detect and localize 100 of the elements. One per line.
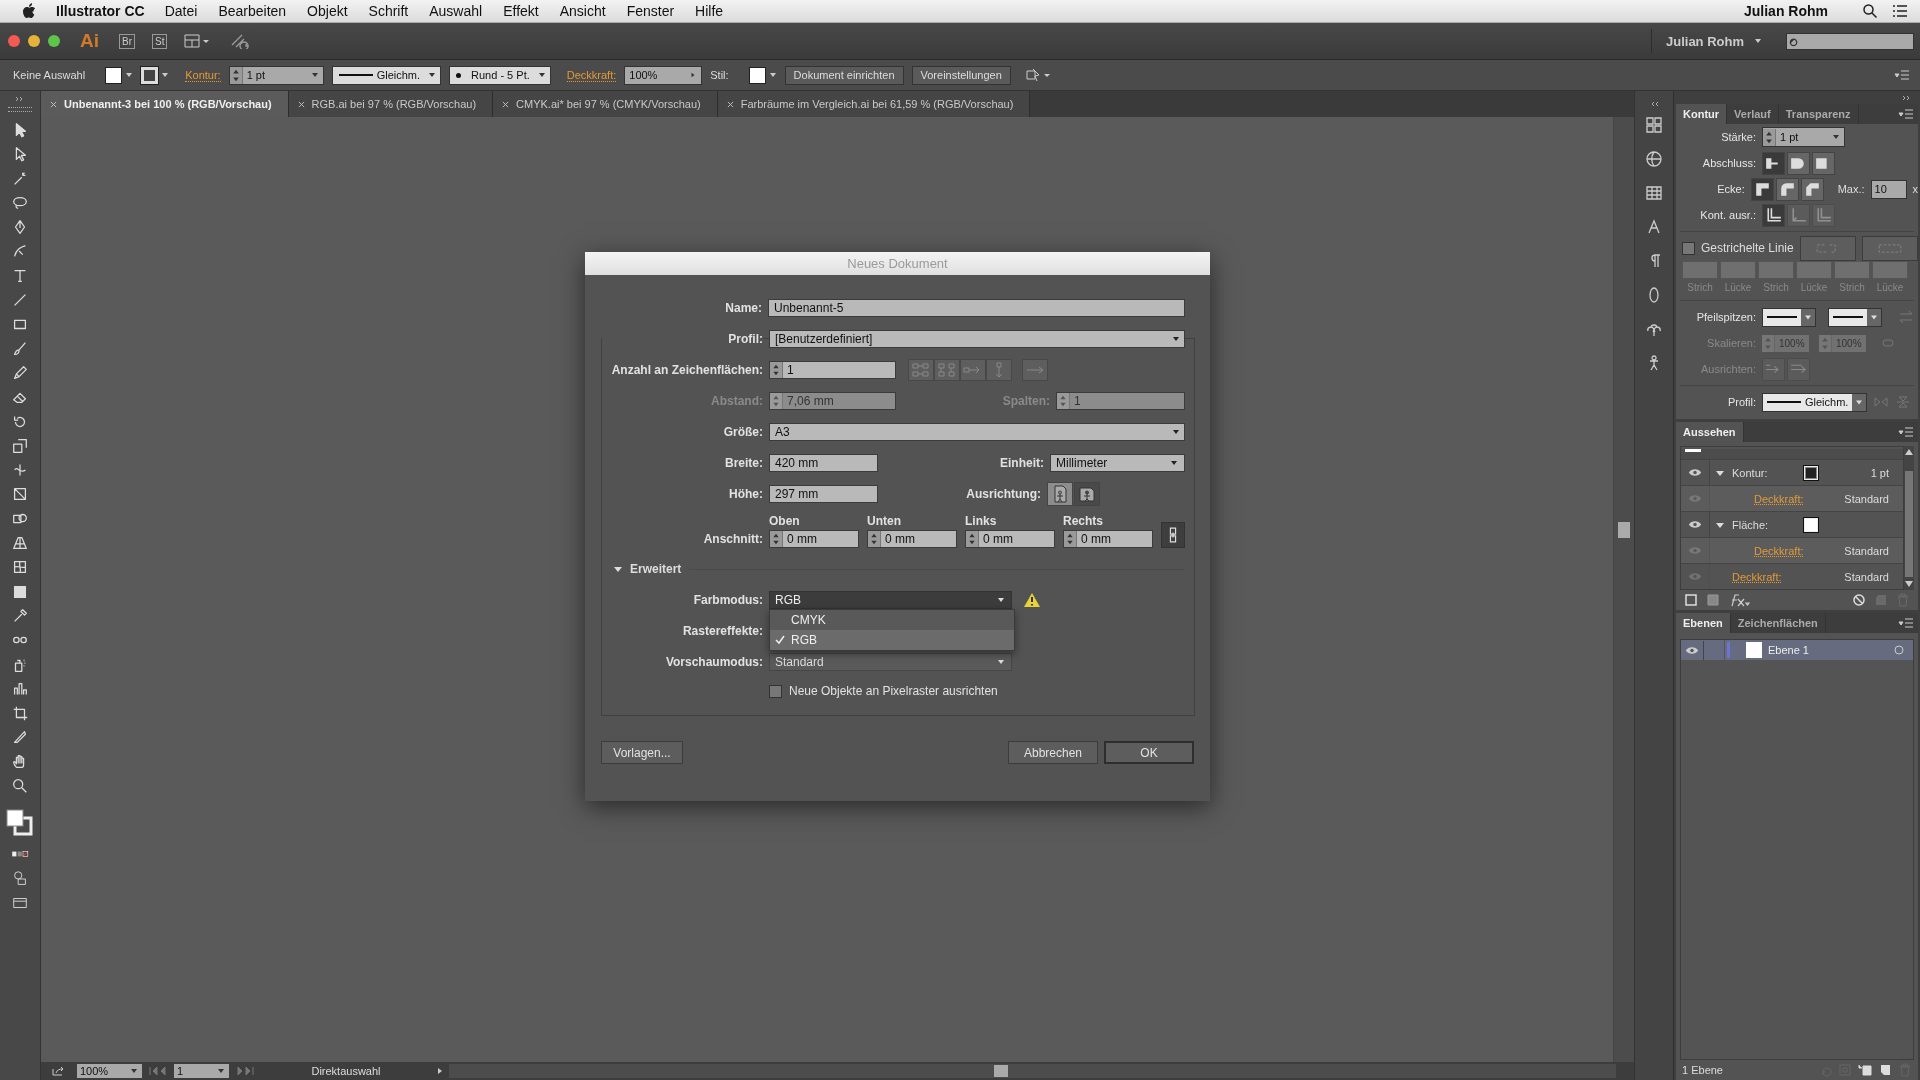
end-arrowhead-dropdown[interactable] (1828, 307, 1882, 327)
new-sublayer-icon[interactable] (1858, 1063, 1872, 1077)
opacity-field[interactable]: 100% (624, 65, 703, 85)
close-button[interactable] (8, 35, 20, 47)
align-arrow-button[interactable] (1787, 357, 1810, 381)
cancel-button[interactable]: Abbrechen (1008, 741, 1098, 764)
landscape-orientation-button[interactable] (1074, 482, 1100, 506)
close-icon[interactable] (50, 100, 57, 108)
panel-menu-icon[interactable] (1898, 617, 1914, 629)
menu-option[interactable]: RGB (770, 630, 1014, 650)
expand-icon[interactable] (1902, 95, 1912, 101)
dash-field[interactable] (1872, 261, 1908, 279)
dash-field[interactable] (1796, 261, 1832, 279)
dash-field[interactable] (1834, 261, 1870, 279)
collapse-icon[interactable] (15, 96, 25, 102)
scale-icon[interactable] (11, 436, 29, 455)
stroke-weight-field[interactable]: 1 pt (228, 65, 324, 85)
corner-style-button[interactable] (1800, 177, 1824, 201)
layer-row[interactable]: Ebene 1 (1681, 640, 1913, 660)
style-swatch-dropdown[interactable] (748, 66, 777, 84)
clear-icon[interactable] (1852, 593, 1866, 607)
limit-field[interactable]: 10 (1870, 179, 1907, 199)
document-tab[interactable]: Farbräume im Vergleich.ai bei 61,59 % (RGB/Vorschau) (717, 91, 1031, 117)
workspace-switcher[interactable]: Julian Rohm (1666, 33, 1762, 49)
target-circle-icon[interactable] (1893, 644, 1905, 656)
scroll-up-icon[interactable] (1905, 449, 1913, 455)
stroke-swatch[interactable] (1804, 465, 1818, 480)
stroke-profile-dropdown[interactable]: Gleichm. (331, 65, 442, 85)
artboard-dropdown[interactable]: 1 (174, 1064, 229, 1078)
name-field[interactable]: Unbenannt-5 (768, 299, 1185, 317)
close-icon[interactable] (502, 100, 510, 108)
portrait-orientation-button[interactable] (1047, 482, 1073, 506)
panel-tab[interactable]: Verlauf (1727, 104, 1779, 124)
dash-field[interactable] (1682, 261, 1718, 279)
cap-style-button[interactable] (1762, 151, 1785, 175)
app-menu[interactable]: Illustrator CC (56, 3, 145, 19)
height-field[interactable]: 297 mm (769, 485, 878, 503)
swatches-icon[interactable] (1644, 115, 1664, 135)
search-field[interactable] (1786, 32, 1914, 50)
layout-icon[interactable] (184, 33, 211, 49)
user-menu[interactable]: Julian Rohm (1744, 3, 1828, 19)
stroke-link[interactable]: Kontur: (185, 68, 221, 82)
width-field[interactable]: 420 mm (769, 454, 878, 472)
vertical-scrollbar[interactable] (1904, 446, 1914, 590)
menu-item[interactable]: Datei (164, 3, 198, 19)
stroke-swatch-dropdown[interactable] (141, 66, 170, 84)
panel-menu-icon[interactable] (1898, 108, 1914, 120)
document-tab[interactable]: CMYK.ai* bei 97 % (CMYK/Vorschau) (493, 91, 718, 117)
toolbar-button[interactable]: Voreinstellungen (911, 65, 1011, 85)
dashed-line-checkbox[interactable] (1682, 241, 1695, 255)
menu-item[interactable]: Hilfe (695, 3, 724, 19)
stroke-weight-field[interactable]: 1 pt (1762, 127, 1845, 147)
align-stroke-button[interactable] (1762, 203, 1785, 227)
close-icon[interactable] (297, 100, 305, 108)
grip-handle[interactable] (8, 107, 32, 112)
bleed-field[interactable]: 0 mm (867, 530, 957, 548)
list-icon[interactable] (1892, 3, 1908, 19)
bleed-field[interactable]: 0 mm (965, 530, 1055, 548)
cap-style-button[interactable] (1787, 151, 1810, 175)
corner-style-button[interactable] (1775, 177, 1799, 201)
stroke-profile-dropdown[interactable]: Gleichm. (1762, 392, 1868, 412)
ok-button[interactable]: OK (1104, 741, 1194, 764)
horizontal-scrollbar[interactable] (449, 1064, 1616, 1078)
effects-icon[interactable] (1728, 593, 1750, 607)
panel-menu-icon[interactable] (1894, 69, 1910, 81)
panel-menu-icon[interactable] (1898, 426, 1914, 438)
pencil-icon[interactable] (11, 363, 29, 382)
add-fill-icon[interactable] (1706, 593, 1720, 607)
disclosure-triangle-icon[interactable] (1716, 468, 1724, 477)
menu-item[interactable]: Objekt (307, 3, 348, 19)
play-arrow-icon[interactable] (437, 1067, 443, 1075)
zoom-button[interactable] (48, 35, 60, 47)
artboard-count-field[interactable]: 1 (769, 361, 896, 379)
current-tool-label[interactable]: Direktauswahl (261, 1065, 431, 1077)
menu-item[interactable]: Auswahl (429, 3, 483, 19)
profile-dropdown[interactable]: [Benutzerdefiniert] (769, 330, 1185, 348)
dash-field[interactable] (1720, 261, 1756, 279)
close-icon[interactable] (726, 100, 734, 108)
toolbar-button[interactable]: Dokument einrichten (784, 65, 904, 85)
apple-icon[interactable] (22, 3, 36, 19)
menu-item[interactable]: Effekt (503, 3, 539, 19)
add-stroke-icon[interactable] (1684, 593, 1698, 607)
menu-item[interactable]: Bearbeiten (218, 3, 287, 19)
cap-style-button[interactable] (1812, 151, 1835, 175)
brush-dropdown[interactable]: Rund - 5 Pt. (449, 65, 551, 85)
fill-swatch[interactable] (1804, 517, 1818, 532)
panel-tab[interactable]: Zeichenflächen (1730, 613, 1826, 633)
size-dropdown[interactable]: A3 (769, 423, 1185, 441)
fill-swatch-dropdown[interactable] (105, 66, 134, 84)
menu-option[interactable]: CMYK (770, 610, 1014, 630)
color-mode-dropdown[interactable]: RGB (769, 591, 1012, 609)
opacity-link[interactable]: Deckkraft: (566, 68, 617, 82)
menu-item[interactable]: Ansicht (559, 3, 606, 19)
corner-style-button[interactable] (1750, 177, 1774, 201)
link-button[interactable] (1161, 522, 1185, 548)
pixel-grid-checkbox[interactable] (769, 684, 782, 698)
disclosure-triangle-icon[interactable] (614, 565, 622, 573)
preview-mode-dropdown[interactable]: Standard (769, 653, 1012, 671)
panel-tab[interactable]: Kontur (1676, 104, 1728, 124)
start-arrowhead-dropdown[interactable] (1762, 307, 1816, 327)
